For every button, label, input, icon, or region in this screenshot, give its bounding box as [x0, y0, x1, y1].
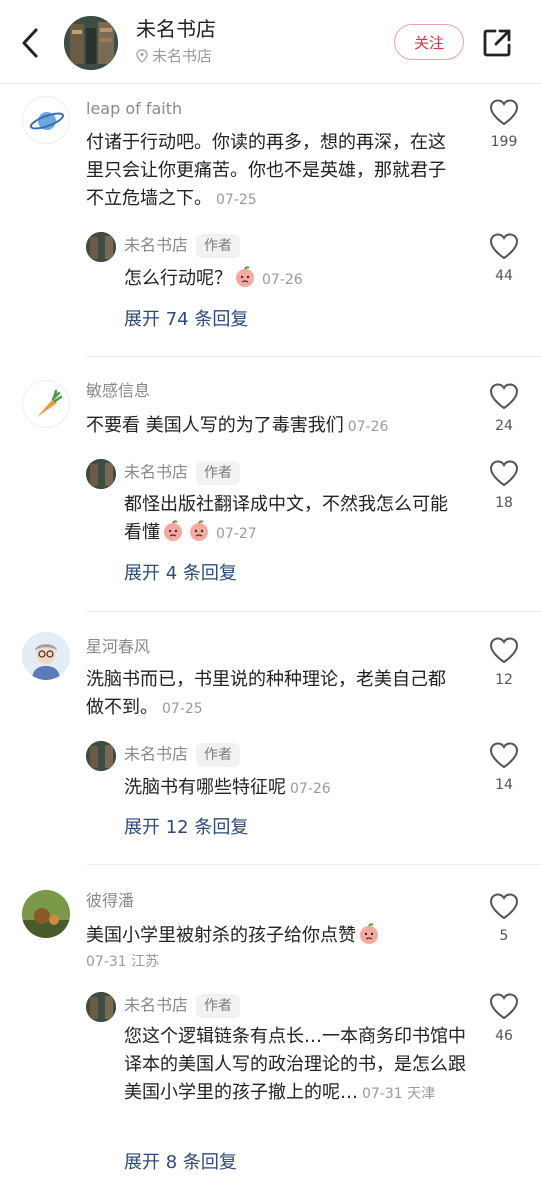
reply-text[interactable]: 都怪出版社翻译成中文，不然我怎么可能看懂 07-27 [124, 491, 460, 548]
like-count: 44 [495, 268, 513, 284]
reply-like-button[interactable]: 18 [484, 459, 524, 513]
like-count: 46 [495, 1028, 513, 1044]
crying-peach-emoji-icon [162, 520, 184, 542]
like-button[interactable]: 199 [484, 98, 524, 152]
planet-icon [29, 112, 65, 130]
reply-text[interactable]: 洗脑书有哪些特征呢 07-26 [124, 774, 460, 803]
user-avatar[interactable] [22, 380, 70, 428]
reply-author-avatar[interactable] [86, 459, 116, 489]
expand-replies-link[interactable]: 展开 74 条回复 [124, 308, 248, 332]
heart-outline-icon [489, 233, 519, 260]
comment-text[interactable]: 付诸于行动吧。你读的再多，想的再深，在这里只会让你更痛苦。你也不是英雄，那就君子… [86, 129, 458, 214]
reply-date: 07-27 [216, 526, 257, 542]
cartoon-person-avatar-icon [22, 632, 70, 680]
comment-date: 07-25 [162, 701, 203, 717]
user-avatar[interactable] [22, 890, 70, 938]
comment-text[interactable]: 美国小学里被射杀的孩子给你点赞 [86, 922, 458, 950]
comment-divider [86, 356, 542, 357]
author-badge: 作者 [196, 743, 241, 767]
comment-date: 07-25 [216, 192, 257, 208]
reply-date: 07-31 天津 [362, 1086, 436, 1102]
location-pin-icon [136, 49, 148, 63]
reply-author-avatar[interactable] [86, 992, 116, 1022]
like-count: 18 [495, 495, 513, 511]
share-button[interactable] [480, 26, 514, 60]
store-location: 未名书店 [136, 46, 212, 66]
heart-outline-icon [489, 460, 519, 487]
reply-author[interactable]: 未名书店 作者 [124, 994, 241, 1018]
reply-author-avatar[interactable] [86, 741, 116, 771]
like-button[interactable]: 24 [484, 382, 524, 436]
chevron-left-icon [22, 28, 38, 58]
reply-author[interactable]: 未名书店 作者 [124, 234, 241, 258]
author-badge: 作者 [196, 994, 241, 1018]
reply-text[interactable]: 怎么行动呢？ 07-26 [124, 265, 460, 294]
crying-peach-emoji-icon [358, 923, 380, 945]
expand-replies-link[interactable]: 展开 8 条回复 [124, 1151, 237, 1175]
like-button[interactable]: 12 [484, 636, 524, 690]
like-count: 5 [499, 928, 509, 944]
expand-replies-link[interactable]: 展开 4 条回复 [124, 562, 237, 586]
like-button[interactable]: 5 [484, 892, 524, 946]
reply-author-avatar[interactable] [86, 232, 116, 262]
comment-divider [86, 864, 542, 865]
like-count: 199 [490, 134, 518, 150]
heart-outline-icon [489, 637, 519, 664]
reply-like-button[interactable]: 46 [484, 992, 524, 1046]
comment-divider [86, 611, 542, 612]
reply-date: 07-26 [262, 272, 303, 288]
crying-peach-emoji-icon [234, 266, 256, 288]
reply-date: 07-26 [290, 781, 331, 797]
store-name[interactable]: 未名书店 [136, 16, 216, 42]
comment-text[interactable]: 不要看 美国人写的为了毒害我们 07-26 [86, 412, 458, 441]
expand-replies-link[interactable]: 展开 12 条回复 [124, 816, 248, 840]
author-badge: 作者 [196, 234, 241, 258]
reply-author[interactable]: 未名书店 作者 [124, 461, 241, 485]
user-avatar[interactable] [22, 632, 70, 680]
comment-author[interactable]: 敏感信息 [86, 380, 150, 402]
carrot-icon [37, 389, 63, 417]
user-avatar[interactable] [22, 96, 70, 144]
comment-date: 07-26 [347, 419, 389, 435]
author-badge: 作者 [196, 461, 241, 485]
share-external-icon [483, 29, 511, 57]
reply-like-button[interactable]: 44 [484, 232, 524, 286]
like-count: 14 [495, 777, 513, 793]
photo-avatar-icon [22, 890, 70, 938]
back-button[interactable] [16, 26, 46, 60]
reply-text[interactable]: 您这个逻辑链条有点长…一本商务印书馆中译本的美国人写的政治理论的书，是怎么跟美国… [124, 1023, 470, 1108]
store-location-text: 未名书店 [152, 47, 213, 65]
reply-like-button[interactable]: 14 [484, 741, 524, 795]
comment-text[interactable]: 洗脑书而已，书里说的种种理论，老美自己都做不到。 07-25 [86, 666, 458, 723]
follow-button[interactable]: 关注 [394, 24, 464, 60]
comment-author[interactable]: 星河春风 [86, 636, 150, 658]
like-count: 12 [495, 672, 513, 688]
reply-author[interactable]: 未名书店 作者 [124, 743, 241, 767]
comment-author[interactable]: leap of faith [86, 98, 182, 120]
crying-peach-emoji-icon [188, 520, 210, 542]
heart-outline-icon [489, 383, 519, 410]
store-avatar[interactable] [64, 16, 118, 70]
top-bar: 未名书店 未名书店 关注 [0, 0, 542, 84]
comment-date: 07-31 江苏 [86, 954, 160, 970]
heart-outline-icon [489, 993, 519, 1020]
heart-outline-icon [489, 99, 519, 126]
like-count: 24 [495, 418, 513, 434]
comment-author[interactable]: 彼得潘 [86, 890, 134, 912]
heart-outline-icon [489, 893, 519, 920]
heart-outline-icon [489, 742, 519, 769]
